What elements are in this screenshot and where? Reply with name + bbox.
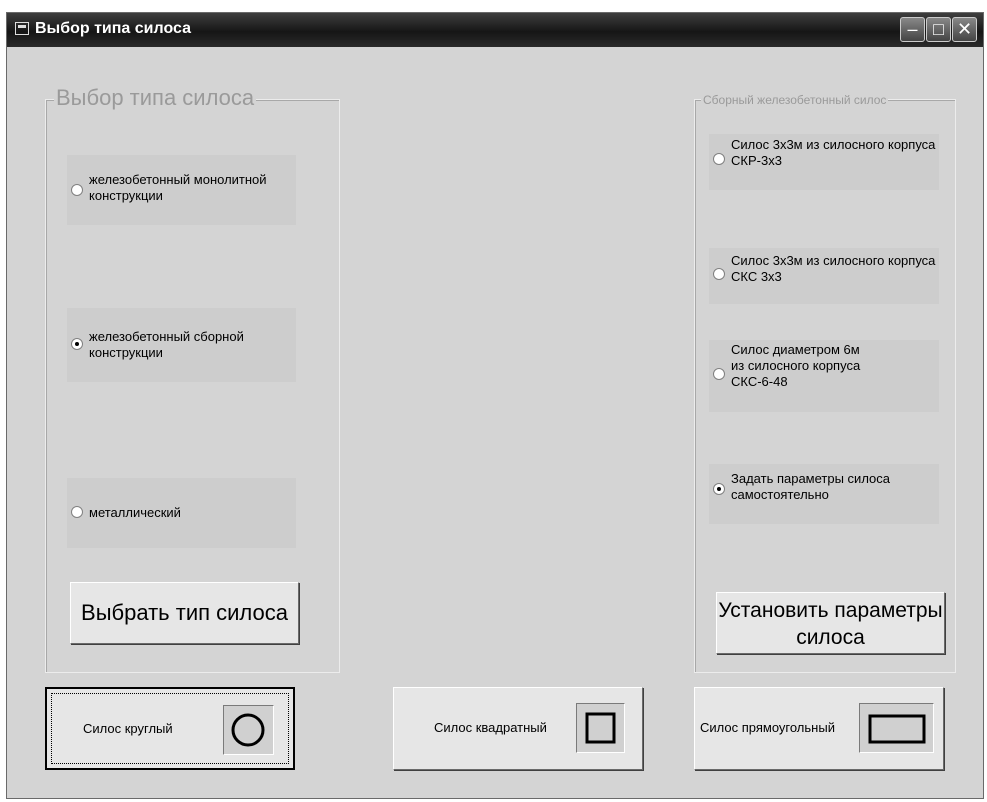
radio-option-custom[interactable]: Задать параметры силоса самостоятельно <box>709 464 939 524</box>
radio-sks33[interactable] <box>713 268 725 280</box>
radio-label-metal: металлический <box>89 505 181 520</box>
square-silo-preview <box>576 703 625 753</box>
close-icon: ✕ <box>956 19 973 39</box>
radio-monolithic[interactable] <box>71 184 83 196</box>
radio-option-sks648[interactable]: Силос диаметром 6м из силосного корпуса … <box>709 340 939 412</box>
main-window: Выбор типа силоса – □ ✕ Выбор типа силос… <box>6 12 984 799</box>
square-silo-button[interactable]: Силос квадратный <box>393 687 643 770</box>
radio-option-sks33[interactable]: Силос 3х3м из силосного корпуса СКС 3х3 <box>709 248 939 304</box>
radio-sks648[interactable] <box>713 368 725 380</box>
window-title: Выбор типа силоса <box>35 20 192 37</box>
square-icon <box>585 712 616 744</box>
radio-option-monolithic[interactable]: железобетонный монолитной конструкции <box>67 155 296 225</box>
radio-label-skr: Силос 3х3м из силосного корпуса СКР-3х3 <box>731 137 936 168</box>
window-client-area: Выбор типа силоса железобетонный монолит… <box>7 47 983 798</box>
silo-type-group: Выбор типа силоса железобетонный монолит… <box>45 85 340 673</box>
radio-prefab[interactable] <box>71 338 83 350</box>
maximize-button[interactable]: □ <box>926 17 951 42</box>
rectangle-silo-label: Силос прямоугольный <box>700 720 835 735</box>
round-silo-label: Силос круглый <box>83 721 173 736</box>
select-type-button[interactable]: Выбрать тип силоса <box>70 582 299 644</box>
minimize-button[interactable]: – <box>900 17 925 42</box>
radio-label-monolithic: железобетонный монолитной конструкции <box>89 172 267 203</box>
title-bar: Выбор типа силоса – □ ✕ <box>7 13 983 47</box>
round-silo-button[interactable]: Силос круглый <box>45 687 295 770</box>
radio-label-custom: Задать параметры силоса самостоятельно <box>731 471 891 502</box>
radio-label-sks648: Силос диаметром 6м из силосного корпуса … <box>731 342 861 389</box>
radio-option-prefab[interactable]: железобетонный сборной конструкции <box>67 308 296 382</box>
prefab-silo-group: Сборный железобетонный силос Силос 3х3м … <box>694 93 956 673</box>
set-parameters-button[interactable]: Установить параметры силоса <box>716 592 945 654</box>
minimize-icon: – <box>907 19 918 39</box>
radio-label-prefab: железобетонный сборной конструкции <box>89 329 244 360</box>
radio-label-sks33: Силос 3х3м из силосного корпуса СКС 3х3 <box>731 253 936 284</box>
rectangle-silo-button[interactable]: Силос прямоугольный <box>694 687 944 770</box>
rectangle-silo-preview <box>859 703 934 753</box>
radio-option-skr[interactable]: Силос 3х3м из силосного корпуса СКР-3х3 <box>709 134 939 190</box>
square-silo-label: Силос квадратный <box>434 720 547 735</box>
round-silo-preview <box>223 705 274 755</box>
rectangle-icon <box>868 714 926 744</box>
radio-metal[interactable] <box>71 506 83 518</box>
radio-skr[interactable] <box>713 153 725 165</box>
app-icon <box>15 22 29 35</box>
circle-icon <box>231 713 265 747</box>
close-button[interactable]: ✕ <box>952 17 977 42</box>
radio-option-metal[interactable]: металлический <box>67 478 296 548</box>
prefab-silo-legend: Сборный железобетонный силос <box>701 93 889 107</box>
radio-custom[interactable] <box>713 483 725 495</box>
silo-type-legend: Выбор типа силоса <box>54 85 257 111</box>
maximize-icon: □ <box>933 19 944 39</box>
